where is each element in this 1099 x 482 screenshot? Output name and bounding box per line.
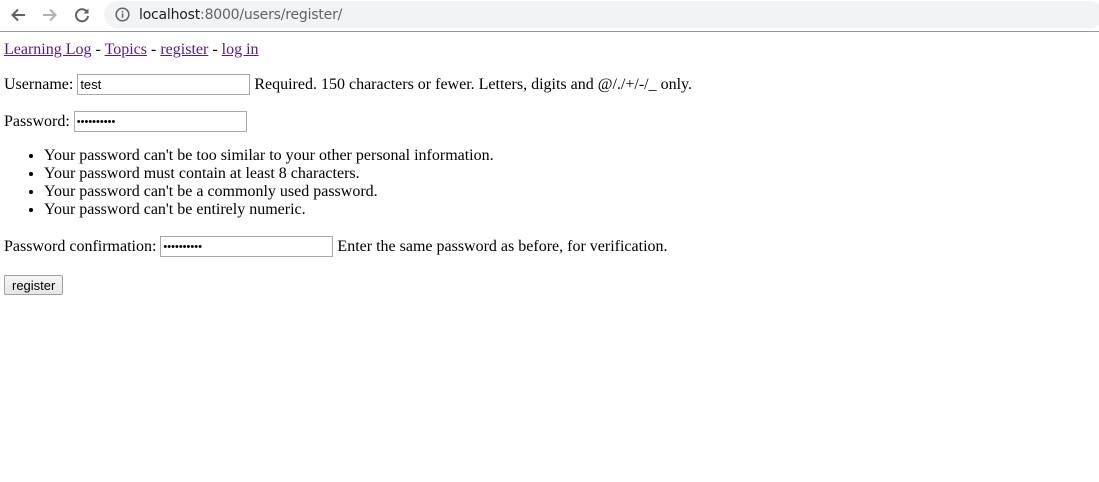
password-row: Password: [4, 111, 251, 132]
back-button[interactable] [6, 4, 30, 26]
password-help-list: Your password can't be too similar to yo… [4, 147, 494, 219]
url-path: :8000/users/register/ [200, 6, 343, 23]
info-icon[interactable] [115, 7, 130, 22]
nav-separator: - [151, 41, 157, 58]
nav-link-topics[interactable]: Topics [105, 41, 147, 58]
username-row: Username: Required. 150 characters or fe… [4, 74, 692, 95]
reload-icon [74, 7, 90, 23]
password-confirmation-row: Password confirmation: Enter the same pa… [4, 236, 668, 257]
nav-link-learning-log[interactable]: Learning Log [4, 41, 92, 58]
nav-separator: - [95, 41, 101, 58]
address-bar[interactable]: localhost:8000/users/register/ [104, 1, 1099, 28]
password-help-item: Your password must contain at least 8 ch… [44, 165, 494, 183]
top-navigation: Learning Log - Topics - register - log i… [4, 40, 259, 60]
forward-arrow-icon [42, 7, 58, 23]
back-arrow-icon [10, 7, 26, 23]
forward-button[interactable] [38, 4, 62, 26]
browser-toolbar: localhost:8000/users/register/ [0, 0, 1099, 32]
url-host: localhost [139, 6, 201, 23]
password-input[interactable] [73, 111, 247, 132]
nav-link-log-in[interactable]: log in [222, 41, 259, 58]
password-help-item: Your password can't be too similar to yo… [44, 147, 494, 165]
password-label: Password: [4, 112, 70, 130]
password-help-item: Your password can't be a commonly used p… [44, 183, 494, 201]
username-label: Username: [4, 75, 74, 93]
username-input[interactable] [77, 74, 251, 95]
password-confirmation-label: Password confirmation: [4, 237, 157, 255]
register-button[interactable]: register [4, 275, 64, 295]
nav-separator: - [212, 41, 218, 58]
url-text[interactable]: localhost:8000/users/register/ [139, 7, 342, 23]
reload-button[interactable] [70, 4, 94, 26]
password-confirmation-input[interactable] [160, 236, 334, 257]
password-help-item: Your password can't be entirely numeric. [44, 201, 494, 219]
username-help-text: Required. 150 characters or fewer. Lette… [254, 75, 693, 93]
password-confirmation-help-text: Enter the same password as before, for v… [337, 237, 668, 255]
nav-link-register[interactable]: register [160, 41, 208, 58]
